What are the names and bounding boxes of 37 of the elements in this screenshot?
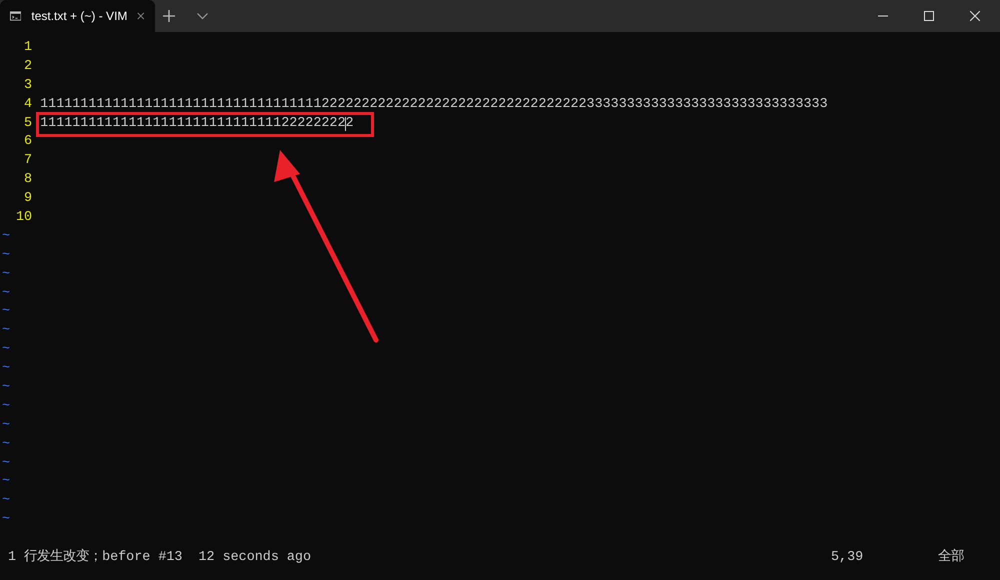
close-icon[interactable] [137,11,145,21]
line-number: 7 [23,152,32,170]
empty-line-marker: ~ [2,493,10,508]
empty-line-marker: ~ [2,342,10,358]
empty-line-marker: ~ [2,456,10,471]
empty-line-marker: ~ [2,512,10,528]
empty-line-marker: ~ [2,361,10,376]
line-number: 1 [23,39,32,57]
editor-tab[interactable]: test.txt + (~) - VIM [0,0,155,32]
dropdown-icon[interactable] [197,12,208,20]
empty-line-marker: ~ [2,286,10,301]
code-line: 11111111111111111111111111111111111222222222222222222222222222222222333333333333333333333333333333 [40,98,828,112]
empty-line-marker: ~ [2,228,10,244]
maximize-icon[interactable] [924,11,934,21]
line-number: 8 [23,171,32,190]
scroll-position: 全部 [938,548,964,567]
empty-line-marker: ~ [2,380,10,396]
status-message: 1 行发生改变；before #13 12 seconds ago [8,548,311,567]
empty-line-marker: ~ [2,436,10,452]
empty-line-marker: ~ [2,266,10,282]
line-number: 4 [23,96,32,114]
line-number: 6 [23,133,32,152]
cursor-position: 5,39 [831,548,864,567]
empty-line-marker: ~ [2,323,10,338]
terminal-icon [10,10,22,22]
line-number: 10 [15,209,32,228]
new-tab-icon[interactable] [163,10,175,22]
empty-line-marker: ~ [2,248,10,263]
line-number: 3 [23,76,32,95]
line-number: 9 [23,190,32,208]
empty-line-marker: ~ [2,418,10,433]
empty-line-marker: ~ [2,304,10,320]
line-number: 2 [23,58,32,76]
minimize-icon[interactable] [878,15,888,17]
empty-line-marker: ~ [2,398,10,414]
line-number: 5 [23,114,32,133]
empty-line-marker: ~ [2,474,10,490]
